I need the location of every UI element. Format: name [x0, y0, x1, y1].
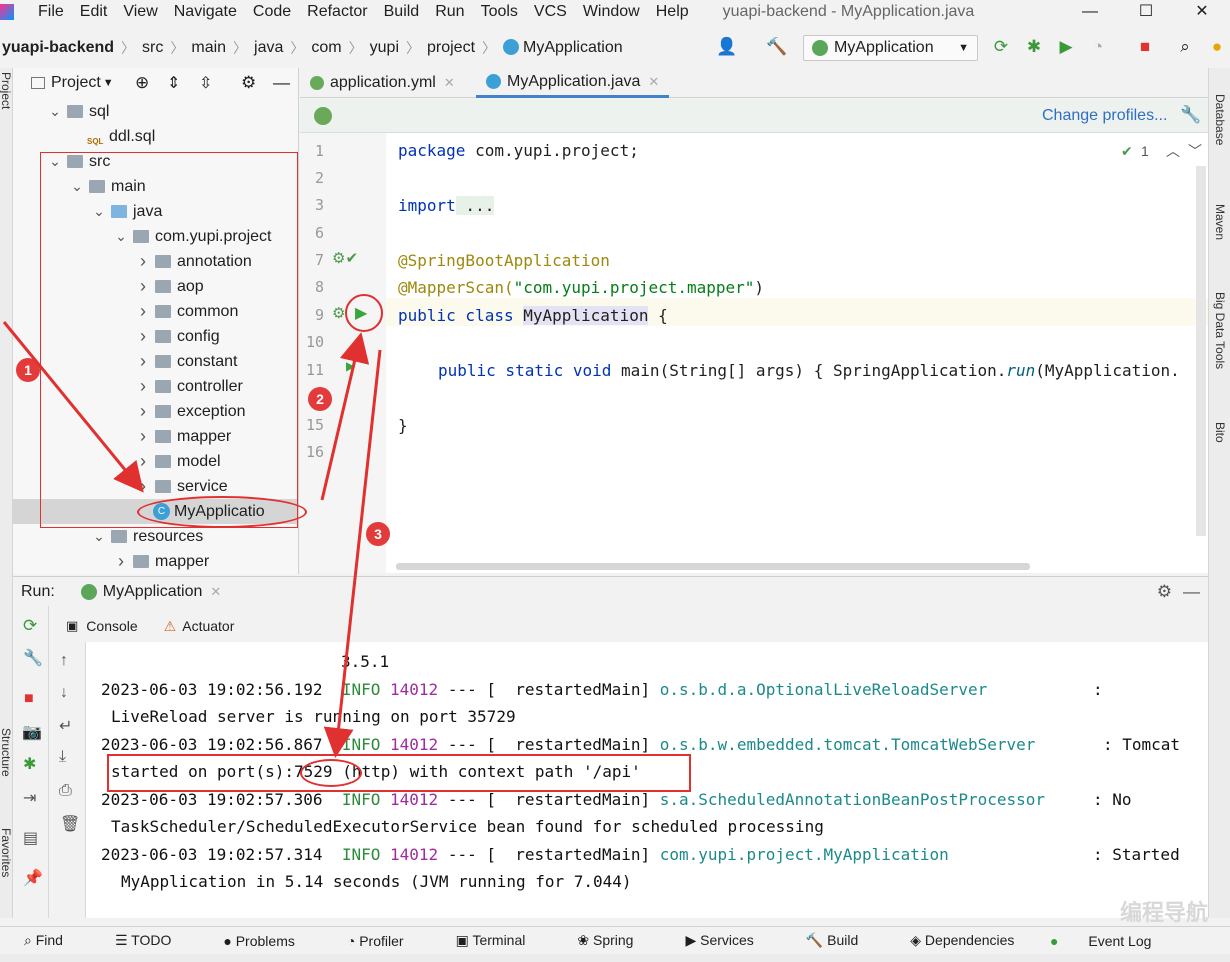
annotation-arrows — [2, 321, 382, 758]
watermark: 编程导航 — [1120, 900, 1209, 925]
arrow-to-class — [2, 321, 144, 493]
arrow-to-run — [320, 332, 370, 501]
